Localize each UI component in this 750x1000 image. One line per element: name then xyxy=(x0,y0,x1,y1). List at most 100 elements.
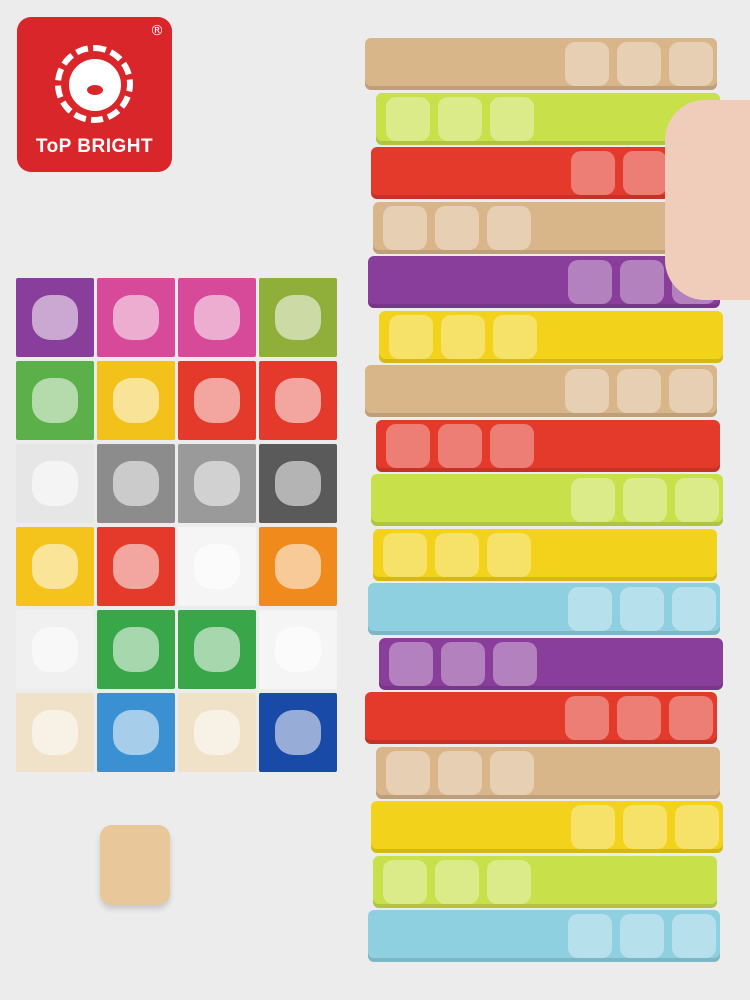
tower-block xyxy=(379,637,723,690)
animal-icon xyxy=(31,461,79,506)
animal-face-icon xyxy=(386,750,430,795)
lion-nose-icon xyxy=(87,85,103,95)
animal-card xyxy=(259,610,337,689)
animal-icon xyxy=(193,378,241,423)
animal-face-icon xyxy=(672,914,716,958)
animal-face-icon xyxy=(620,587,664,631)
animal-face-icon xyxy=(487,205,531,250)
animal-card xyxy=(97,361,175,440)
animal-die xyxy=(100,825,170,905)
animal-face-icon xyxy=(617,42,661,86)
tower-block xyxy=(376,746,720,799)
animal-face-icon xyxy=(383,532,427,577)
animal-card xyxy=(178,610,256,689)
animal-face-icon xyxy=(490,750,534,795)
animal-face-icon xyxy=(490,96,534,141)
animal-face-icon xyxy=(669,369,713,413)
animal-icon xyxy=(31,627,79,672)
animal-icon xyxy=(31,710,79,755)
animal-face-icon xyxy=(383,859,427,904)
animal-face-icon xyxy=(623,805,667,849)
animal-icon xyxy=(274,295,322,340)
brand-logo: ® ToP BRIGHT xyxy=(17,17,172,172)
animal-icon xyxy=(112,544,160,589)
animal-icon xyxy=(31,295,79,340)
animal-face-icon xyxy=(571,805,615,849)
animal-card xyxy=(178,278,256,357)
animal-icon xyxy=(193,295,241,340)
animal-face-icon xyxy=(620,260,664,304)
animal-face-icon xyxy=(383,205,427,250)
animal-face-icon xyxy=(493,314,537,359)
animal-face-icon xyxy=(565,696,609,740)
registered-mark: ® xyxy=(150,23,164,39)
animal-face-icon xyxy=(438,423,482,468)
animal-face-icon xyxy=(568,914,612,958)
animal-card xyxy=(16,361,94,440)
animal-card xyxy=(259,693,337,772)
animal-card xyxy=(259,361,337,440)
animal-face-icon xyxy=(620,914,664,958)
animal-face-icon xyxy=(571,478,615,522)
animal-face-icon xyxy=(438,750,482,795)
animal-icon xyxy=(112,461,160,506)
animal-icon xyxy=(112,378,160,423)
tower-block xyxy=(376,419,720,472)
animal-card xyxy=(16,278,94,357)
animal-face-icon xyxy=(389,314,433,359)
animal-face-icon xyxy=(568,260,612,304)
animal-icon xyxy=(112,627,160,672)
animal-card xyxy=(97,278,175,357)
animal-card xyxy=(178,527,256,606)
animal-face-icon xyxy=(565,42,609,86)
animal-card xyxy=(178,444,256,523)
animal-face-icon xyxy=(672,587,716,631)
animal-card xyxy=(259,527,337,606)
animal-face-icon xyxy=(675,478,719,522)
animal-face-icon xyxy=(669,696,713,740)
animal-card-grid xyxy=(16,278,338,772)
tower-block xyxy=(365,38,717,90)
animal-face-icon xyxy=(617,369,661,413)
animal-face-icon xyxy=(435,205,479,250)
tower-block xyxy=(365,365,717,417)
animal-face-icon xyxy=(435,859,479,904)
animal-icon xyxy=(274,544,322,589)
animal-card xyxy=(97,610,175,689)
tower-block xyxy=(371,801,723,853)
animal-icon xyxy=(274,378,322,423)
animal-icon xyxy=(112,295,160,340)
animal-card xyxy=(97,693,175,772)
animal-face-icon xyxy=(435,532,479,577)
animal-face-icon xyxy=(487,859,531,904)
animal-card xyxy=(16,527,94,606)
tower-block xyxy=(368,910,720,962)
animal-card xyxy=(259,278,337,357)
animal-face-icon xyxy=(438,96,482,141)
animal-icon xyxy=(274,461,322,506)
animal-card xyxy=(16,444,94,523)
animal-icon xyxy=(112,710,160,755)
animal-face-icon xyxy=(441,314,485,359)
animal-face-icon xyxy=(675,805,719,849)
brand-name: ToP BRIGHT xyxy=(35,136,154,157)
animal-face-icon xyxy=(493,641,537,686)
animal-face-icon xyxy=(490,423,534,468)
animal-face-icon xyxy=(623,151,667,195)
animal-face-icon xyxy=(386,423,430,468)
animal-icon xyxy=(274,627,322,672)
animal-icon xyxy=(193,544,241,589)
tower-block xyxy=(379,310,723,363)
animal-card xyxy=(16,693,94,772)
animal-face-icon xyxy=(568,587,612,631)
animal-face-icon xyxy=(617,696,661,740)
animal-face-icon xyxy=(565,369,609,413)
animal-icon xyxy=(274,710,322,755)
animal-face-icon xyxy=(487,532,531,577)
animal-icon xyxy=(193,710,241,755)
animal-card xyxy=(97,444,175,523)
tower-block xyxy=(368,583,720,635)
animal-card xyxy=(259,444,337,523)
tower-block xyxy=(371,474,723,526)
hand xyxy=(665,100,750,300)
